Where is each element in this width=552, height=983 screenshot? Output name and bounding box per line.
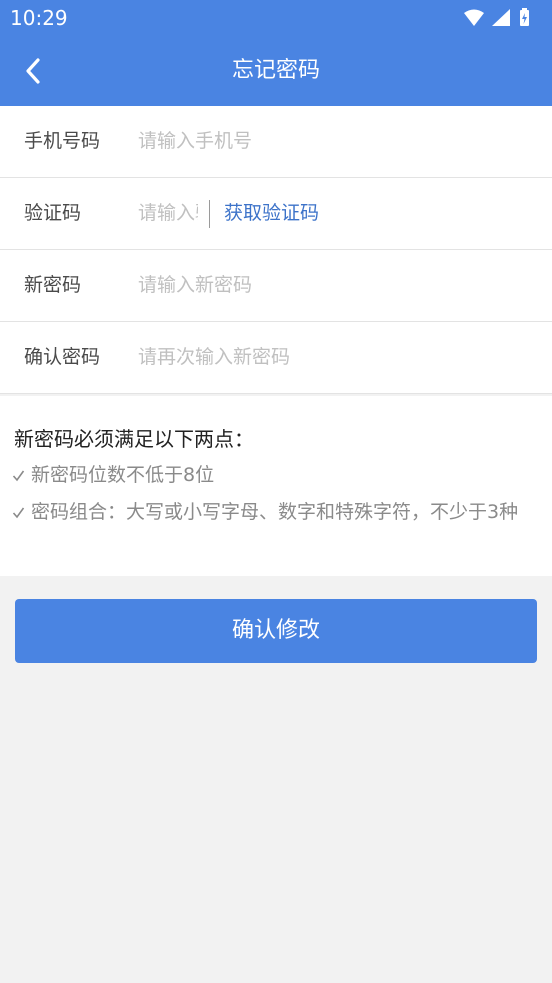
- rule-text: 新密码位数不低于8位: [31, 464, 215, 486]
- back-button[interactable]: [14, 51, 54, 91]
- get-code-button[interactable]: 获取验证码: [224, 178, 319, 249]
- check-icon: [12, 469, 25, 482]
- rules-title: 新密码必须满足以下两点：: [14, 427, 254, 451]
- wifi-icon: [464, 9, 484, 26]
- battery-charging-icon: [520, 8, 529, 26]
- status-icons: [462, 7, 542, 29]
- page-title: 忘记密码: [231, 58, 320, 83]
- verification-code-input[interactable]: [138, 194, 198, 232]
- rule-text: 密码组合：大写或小写字母、数字和特殊字符，不少于3种: [31, 501, 519, 523]
- status-time: 10:29: [10, 6, 68, 30]
- confirm-password-input[interactable]: [138, 338, 528, 376]
- new-password-input[interactable]: [138, 266, 528, 304]
- status-bar: 10:29: [0, 0, 552, 36]
- phone-label: 手机号码: [24, 130, 101, 152]
- chevron-left-icon: [26, 58, 40, 84]
- divider: [209, 200, 210, 228]
- confirm-button[interactable]: 确认修改: [15, 599, 537, 663]
- rule-item: 密码组合：大写或小写字母、数字和特殊字符，不少于3种: [12, 499, 532, 525]
- new-password-row: 新密码: [0, 250, 552, 322]
- new-password-label: 新密码: [24, 274, 82, 296]
- check-icon: [12, 506, 25, 519]
- phone-row: 手机号码: [0, 106, 552, 178]
- confirm-password-row: 确认密码: [0, 322, 552, 394]
- phone-input[interactable]: [138, 122, 528, 160]
- cell-signal-icon: [492, 9, 510, 26]
- rule-item: 新密码位数不低于8位: [12, 462, 532, 488]
- confirm-password-label: 确认密码: [24, 346, 101, 368]
- verification-code-row: 验证码 获取验证码: [0, 178, 552, 250]
- app-bar: 忘记密码: [0, 36, 552, 106]
- verification-code-label: 验证码: [24, 202, 82, 224]
- reset-password-form: 手机号码 验证码 获取验证码 新密码 确认密码: [0, 106, 552, 394]
- password-rules: 新密码必须满足以下两点： 新密码位数不低于8位 密码组合：大写或小写字母、数字和…: [0, 396, 552, 576]
